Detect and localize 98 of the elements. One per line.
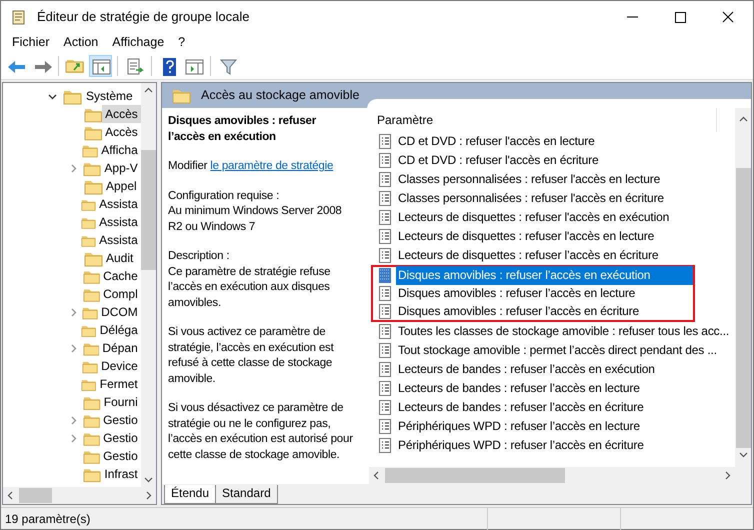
tree-item[interactable]: Accès (102, 123, 141, 141)
view-tab[interactable]: Standard (215, 485, 278, 504)
tree-item[interactable]: Infrast (101, 465, 141, 483)
scroll-up-icon[interactable] (738, 116, 748, 122)
window-title: Éditeur de stratégie de groupe locale (37, 8, 250, 26)
policy-icon (377, 399, 393, 416)
tree-item[interactable]: App-V (101, 159, 141, 177)
horizontal-scrollbar[interactable] (3, 487, 156, 504)
chevron-right-icon[interactable] (69, 416, 78, 424)
tree-item[interactable]: Audit (103, 249, 136, 267)
policy-icon (377, 361, 393, 378)
tree-item[interactable]: Déléga (96, 321, 141, 339)
list-row[interactable]: Disques amovibles : refuser l’accès en exécution (371, 265, 695, 284)
policy-icon (377, 303, 393, 320)
policy-icon (377, 171, 393, 188)
list-row[interactable]: Toutes les classes de stockage amovible : refuser tous les acc... (375, 322, 735, 341)
policy-link[interactable]: le paramètre de stratégie (210, 160, 334, 172)
chevron-right-icon[interactable] (69, 308, 78, 316)
tree-item[interactable]: Appel (103, 177, 140, 195)
list-row[interactable]: Classes personnalisées : refuser l'accès en écriture (375, 189, 735, 208)
description-label: Description : (168, 249, 230, 264)
list-row[interactable]: Lecteurs de bandes : refuser l’accès en exécution (375, 360, 735, 379)
tree-item[interactable]: Système (86, 87, 133, 105)
scroll-left-icon[interactable] (7, 491, 13, 500)
list-row[interactable]: Disques amovibles : refuser l’accès en écriture (371, 303, 695, 322)
menu-item[interactable]: Action (56, 33, 106, 52)
menu-item[interactable]: Affichage (105, 33, 172, 52)
policy-icon (377, 228, 393, 245)
chevron-right-icon[interactable] (69, 164, 78, 172)
scrollbar-thumb[interactable] (736, 168, 750, 448)
tree-item[interactable]: Fermet (96, 375, 141, 393)
description-text: Si vous désactivez ce paramètre de stratégie ou ne le configurez pas, l’accès en exécution est autorisé pour cette classe de stockage amovible. (168, 401, 354, 462)
scroll-down-icon[interactable] (144, 477, 153, 483)
chevron-down-icon[interactable] (48, 92, 57, 100)
list-row[interactable]: CD et DVD : refuser l'accès en lecture (375, 132, 735, 151)
list-row[interactable]: Classes personnalisées : refuser l'accès en lecture (375, 170, 735, 189)
scrollbar-thumb[interactable] (140, 150, 156, 270)
requirements-text: Au minimum Windows Server 2008 R2 ou Windows 7 (168, 204, 343, 234)
list-row[interactable]: CD et DVD : refuser l'accès en écriture (375, 151, 735, 170)
tree-item[interactable]: Gestio (100, 411, 141, 429)
edit-label: Modifier (168, 160, 208, 172)
list-row[interactable]: Disques amovibles : refuser l’accès en lecture (371, 284, 695, 303)
list-row[interactable]: Périphériques WPD : refuser l’accès en lecture (375, 417, 735, 436)
scroll-right-icon[interactable] (146, 491, 152, 500)
tree-item[interactable]: Assista (96, 231, 141, 249)
list-row[interactable]: Lecteurs de bandes : refuser l’accès en écriture (375, 398, 735, 417)
tree-item[interactable]: DCOM (98, 303, 141, 321)
tree-item[interactable]: Gestio (100, 447, 141, 465)
list-row[interactable]: Périphériques WPD : refuser l’accès en écriture (375, 436, 735, 455)
scroll-left-icon[interactable] (373, 471, 379, 480)
policy-icon (377, 285, 393, 302)
status-text: 19 paramètre(s) (4, 510, 92, 528)
header-title: Accès au stockage amovible (201, 87, 360, 104)
tree-item[interactable]: Assista (96, 195, 141, 213)
tree-item[interactable]: Gestio (100, 429, 141, 447)
description-text: Si vous activez ce paramètre de stratégie, l’accès en exécution est refusé à cette classe de stockage amovible. (168, 325, 335, 386)
list-row[interactable]: Lecteurs de bandes : refuser l’accès en lecture (375, 379, 735, 398)
policy-icon (377, 190, 393, 207)
chevron-right-icon[interactable] (69, 344, 78, 352)
scroll-right-icon[interactable] (725, 471, 731, 480)
chevron-right-icon[interactable] (69, 434, 78, 442)
tree-item[interactable]: Cache (100, 267, 141, 285)
scroll-down-icon[interactable] (738, 452, 748, 458)
list-row[interactable]: Lecteurs de disquettes : refuser l'accès en lecture (375, 227, 735, 246)
policy-icon (377, 247, 393, 264)
scroll-up-icon[interactable] (144, 87, 153, 93)
menu-item[interactable]: Fichier (5, 33, 57, 52)
tree-pane-button[interactable] (89, 55, 112, 77)
list-row[interactable]: Lecteurs de disquettes : refuser l’accès en écriture (375, 246, 735, 265)
folder-icon (172, 87, 191, 104)
tree-item[interactable]: Device (98, 357, 141, 375)
tree-item[interactable]: Assista (96, 213, 141, 231)
policy-icon (377, 380, 393, 397)
policy-icon (377, 418, 393, 435)
policy-icon (377, 267, 393, 284)
tree-item[interactable]: Dépan (99, 339, 141, 357)
column-header[interactable]: Paramètre (377, 111, 434, 129)
list-row[interactable]: Tout stockage amovible : permet l’accès direct pendant des ... (375, 341, 735, 360)
policy-icon (377, 323, 393, 340)
vertical-scrollbar[interactable] (140, 83, 156, 487)
requirements-label: Configuration requise : (168, 188, 280, 204)
scrollbar-thumb[interactable] (385, 468, 565, 483)
view-tab[interactable]: Étendu (164, 485, 216, 504)
policy-icon (377, 342, 393, 359)
menu-item[interactable]: ? (171, 33, 192, 52)
policy-icon (377, 152, 393, 169)
description-text: Ce paramètre de stratégie refuse l’accès en exécution aux disques amovibles. (168, 264, 332, 310)
policy-title: Disques amovibles : refuser l’accès en exécution (168, 114, 317, 144)
policy-icon (377, 133, 393, 150)
tree-item[interactable]: Accès (102, 105, 141, 123)
tree-item[interactable]: Compl (100, 285, 141, 303)
policy-icon (377, 209, 393, 226)
list-row[interactable]: Lecteurs de disquettes : refuser l'accès en exécution (375, 208, 735, 227)
tree-item[interactable]: Fourni (100, 393, 141, 411)
vertical-scrollbar[interactable] (735, 108, 751, 484)
scrollbar-thumb[interactable] (19, 488, 52, 503)
policy-icon (377, 437, 393, 454)
tree-item[interactable]: Afficha (98, 141, 141, 159)
